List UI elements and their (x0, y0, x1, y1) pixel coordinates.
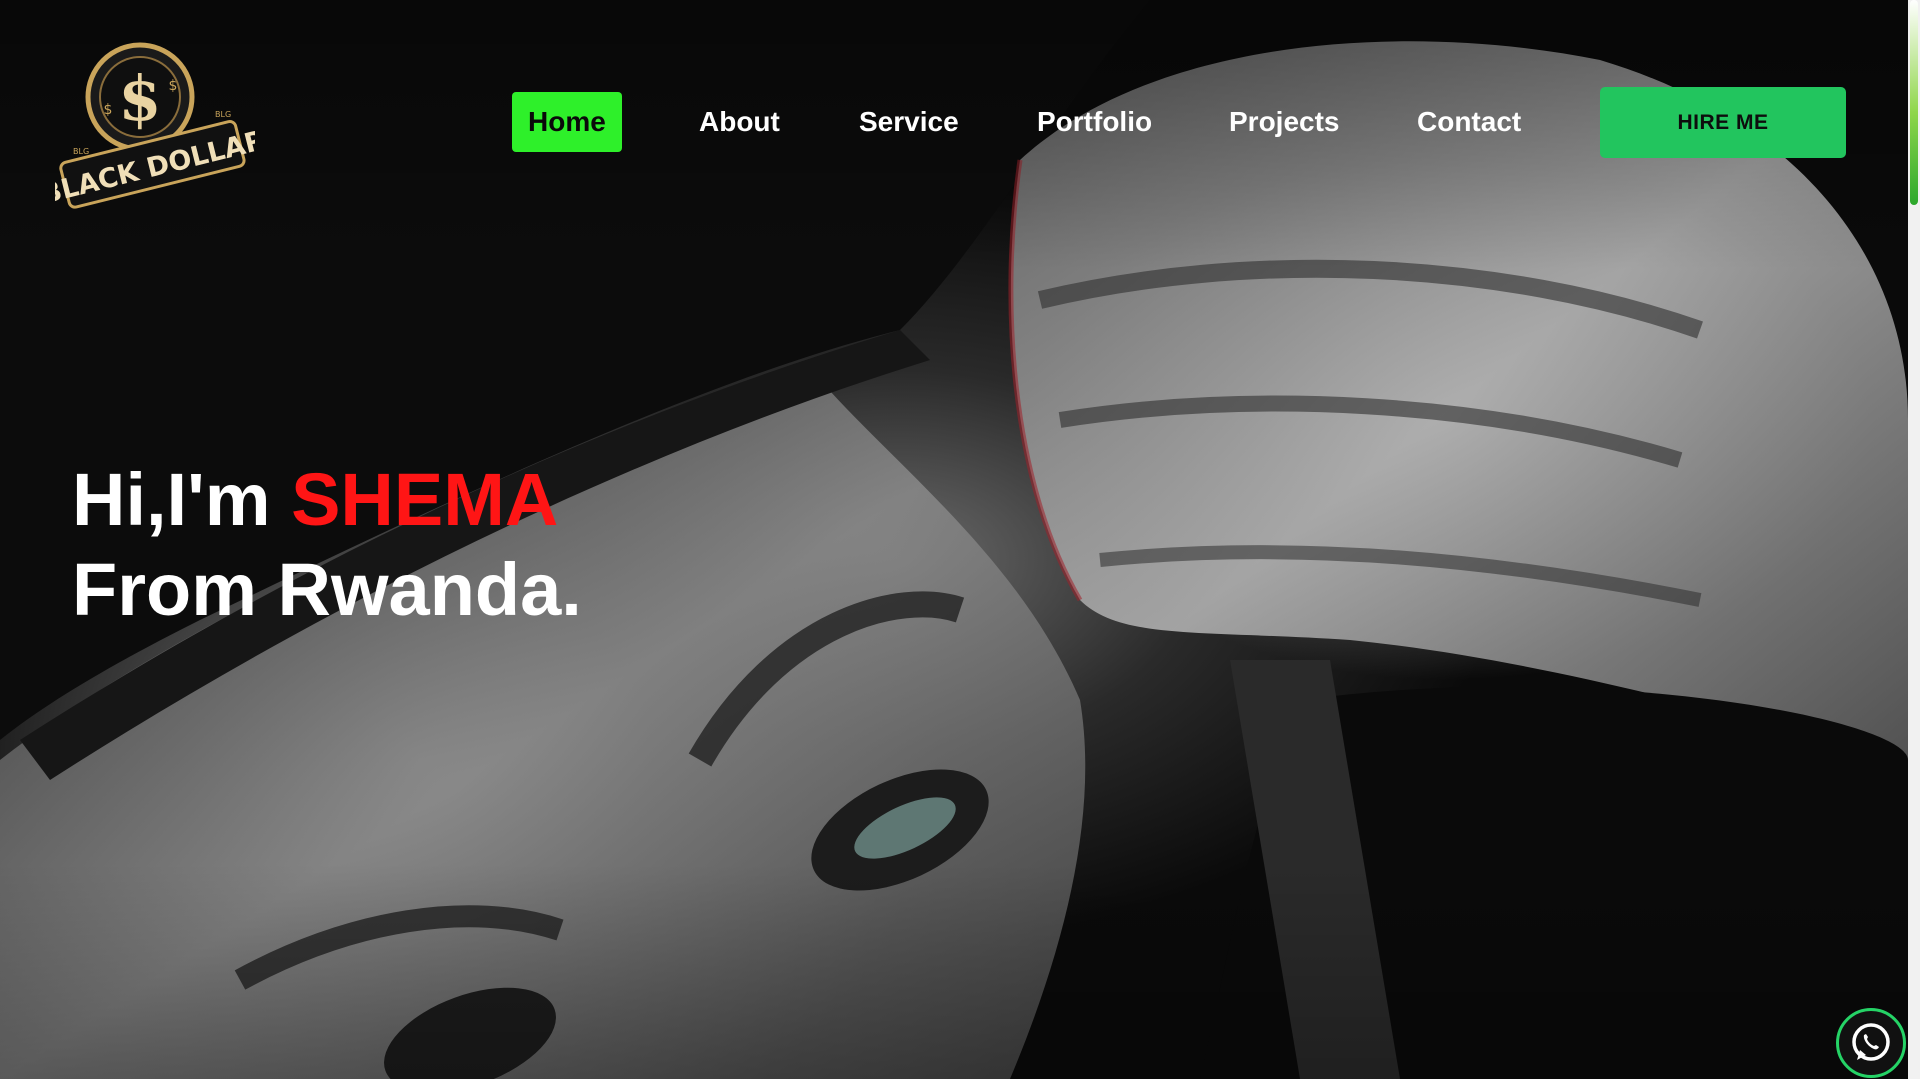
svg-text:$: $ (169, 78, 178, 94)
whatsapp-chat-button[interactable] (1836, 1008, 1906, 1078)
brand-logo[interactable]: $ $ $ BLACK DOLLAR BLG BLG (38, 42, 269, 212)
logo-small-right: BLG (215, 110, 231, 119)
logo-small-left: BLG (73, 147, 89, 156)
svg-text:$: $ (104, 102, 113, 118)
hero-greeting: Hi,I'm (72, 458, 292, 541)
nav-projects[interactable]: Projects (1229, 92, 1340, 152)
nav-service[interactable]: Service (859, 92, 959, 152)
nav-about[interactable]: About (699, 92, 780, 152)
hero-headline: Hi,I'm SHEMA From Rwanda. (72, 455, 582, 635)
dollar-coin-logo-icon: $ $ $ BLACK DOLLAR BLG BLG (38, 42, 269, 211)
hero-name: SHEMA (291, 458, 559, 541)
nav-portfolio[interactable]: Portfolio (1037, 92, 1152, 152)
whatsapp-icon (1852, 1023, 1890, 1061)
landing-page: $ $ $ BLACK DOLLAR BLG BLG Home About Se… (0, 0, 1920, 1079)
page-scrollbar[interactable] (1908, 0, 1920, 1079)
hero-location: From Rwanda. (72, 548, 582, 631)
scrollbar-thumb[interactable] (1910, 0, 1918, 205)
nav-contact[interactable]: Contact (1417, 92, 1521, 152)
hire-me-button[interactable]: HIRE ME (1600, 87, 1846, 158)
nav-home[interactable]: Home (512, 92, 622, 152)
logo-dollar-symbol: $ (118, 62, 161, 135)
